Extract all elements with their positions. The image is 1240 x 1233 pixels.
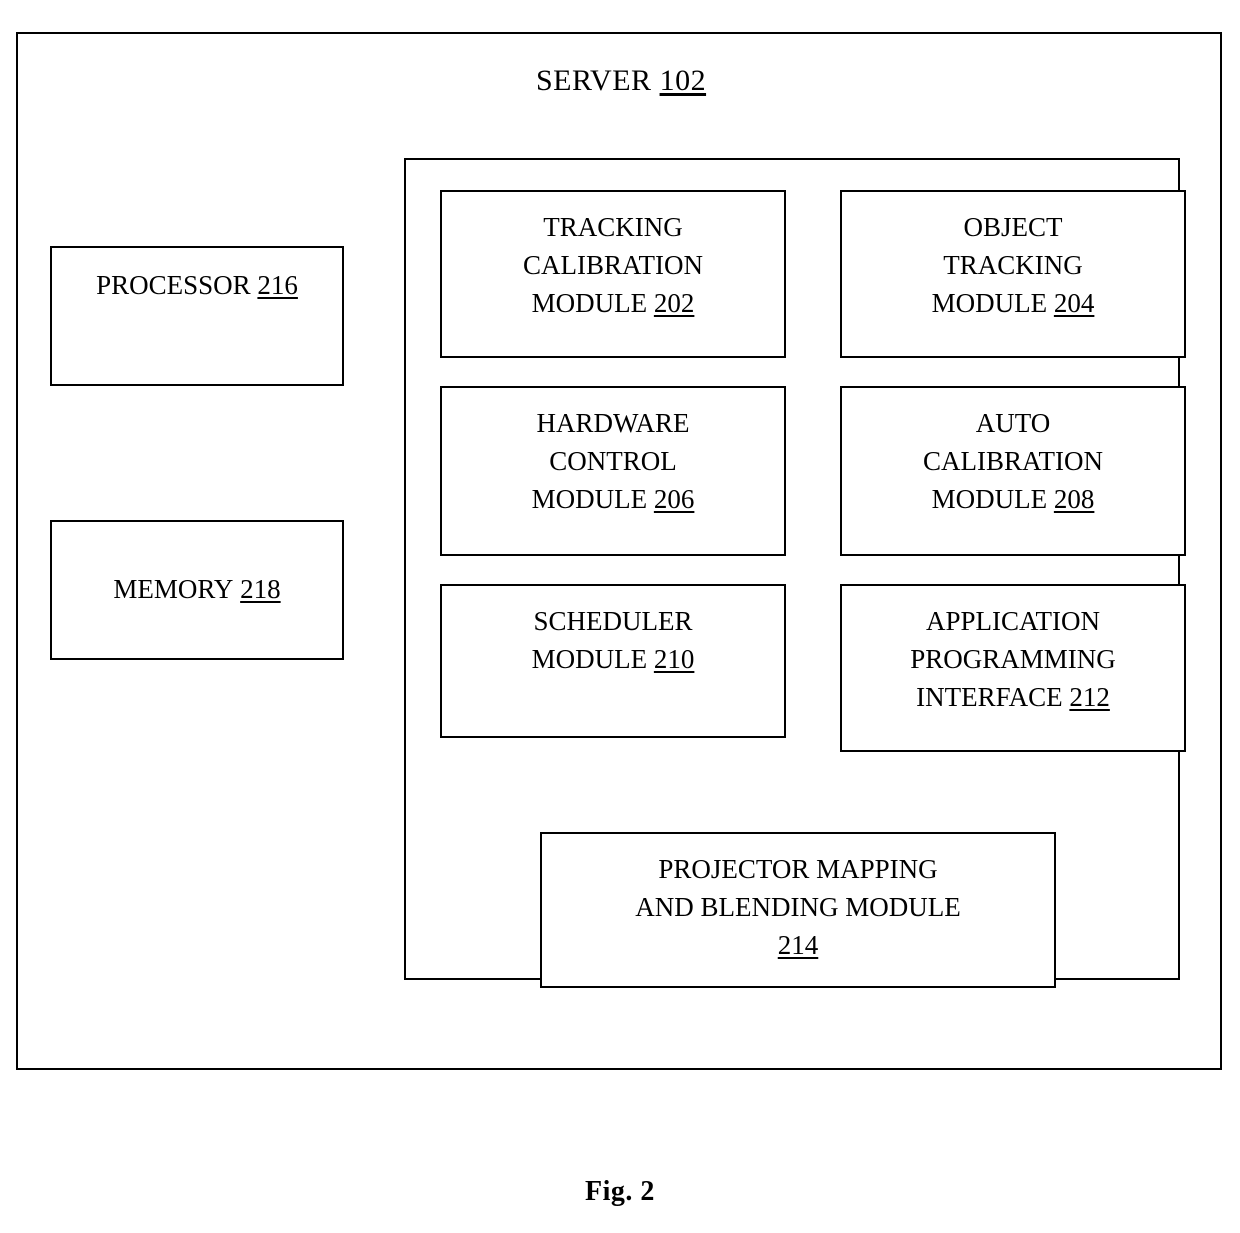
module-206-label: MODULE [531, 484, 648, 515]
module-212-line-1: APPLICATION [925, 606, 1100, 636]
object-tracking-module-box: OBJECT TRACKING MODULE 204 [840, 190, 1186, 358]
projector-mapping-blending-module-box: PROJECTOR MAPPING AND BLENDING MODULE 21… [540, 832, 1056, 988]
module-212-label: INTERFACE [916, 682, 1063, 713]
module-214-reference: 214 [777, 930, 819, 961]
processor-label: PROCESSOR [96, 270, 251, 300]
memory-line: MEMORY 218 [113, 574, 280, 604]
module-204-line-1: OBJECT [963, 212, 1063, 242]
hardware-control-module-box: HARDWARE CONTROL MODULE 206 [440, 386, 786, 556]
module-206-reference: 206 [653, 484, 695, 515]
server-title-reference: 102 [659, 64, 707, 97]
memory-box-text: MEMORY 218 [52, 570, 342, 608]
module-208-line-2: CALIBRATION [923, 446, 1103, 477]
module-210-reference: 210 [653, 644, 695, 675]
processor-reference: 216 [257, 270, 298, 300]
server-title: SERVER 102 [18, 64, 1224, 97]
module-202-line-3: MODULE 202 [448, 284, 778, 322]
module-212-line-3: INTERFACE 212 [848, 678, 1178, 716]
module-202-reference: 202 [653, 288, 695, 319]
module-208-line-3: MODULE 208 [848, 480, 1178, 518]
module-208-label: MODULE [931, 484, 1048, 515]
module-214-line-2: AND BLENDING MODULE [635, 892, 961, 923]
module-204-line-2: TRACKING [943, 250, 1083, 281]
module-208-line-1: AUTO [975, 408, 1051, 438]
server-title-label: SERVER [535, 64, 652, 97]
object-tracking-module-text: OBJECT TRACKING MODULE 204 [842, 208, 1184, 322]
scheduler-module-text: SCHEDULER MODULE 210 [442, 602, 784, 678]
module-210-line-1: SCHEDULER [533, 606, 693, 636]
modules-container-frame: TRACKING CALIBRATION MODULE 202 OBJECT T… [404, 158, 1186, 988]
module-204-reference: 204 [1053, 288, 1095, 319]
server-outer-frame: SERVER 102 PROCESSOR 216 MEMORY 218 TRAC… [16, 32, 1222, 1070]
figure-caption: Fig. 2 [585, 1176, 655, 1207]
module-202-line-2: CALIBRATION [523, 250, 703, 281]
auto-calibration-module-box: AUTO CALIBRATION MODULE 208 [840, 386, 1186, 556]
processor-box-text: PROCESSOR 216 [52, 266, 342, 304]
auto-calibration-module-text: AUTO CALIBRATION MODULE 208 [842, 404, 1184, 518]
module-202-label: MODULE [531, 288, 648, 319]
application-programming-interface-text: APPLICATION PROGRAMMING INTERFACE 212 [842, 602, 1184, 716]
module-208-reference: 208 [1053, 484, 1095, 515]
module-210-line-2: MODULE 210 [448, 640, 778, 678]
tracking-calibration-module-text: TRACKING CALIBRATION MODULE 202 [442, 208, 784, 322]
figure-page: SERVER 102 PROCESSOR 216 MEMORY 218 TRAC… [0, 0, 1240, 1233]
module-214-line-1: PROJECTOR MAPPING [658, 854, 938, 884]
module-212-line-2: PROGRAMMING [910, 644, 1116, 675]
module-202-line-1: TRACKING [543, 212, 683, 242]
processor-box: PROCESSOR 216 [50, 246, 344, 386]
memory-label: MEMORY [113, 574, 234, 604]
module-206-line-1: HARDWARE [536, 408, 690, 438]
memory-reference: 218 [240, 574, 281, 604]
application-programming-interface-box: APPLICATION PROGRAMMING INTERFACE 212 [840, 584, 1186, 752]
module-210-label: MODULE [531, 644, 648, 675]
module-212-reference: 212 [1069, 682, 1110, 713]
scheduler-module-box: SCHEDULER MODULE 210 [440, 584, 786, 738]
module-204-line-3: MODULE 204 [848, 284, 1178, 322]
module-204-label: MODULE [931, 288, 1048, 319]
module-206-line-3: MODULE 206 [448, 480, 778, 518]
hardware-control-module-text: HARDWARE CONTROL MODULE 206 [442, 404, 784, 518]
projector-mapping-blending-module-text: PROJECTOR MAPPING AND BLENDING MODULE 21… [542, 850, 1054, 964]
tracking-calibration-module-box: TRACKING CALIBRATION MODULE 202 [440, 190, 786, 358]
memory-box: MEMORY 218 [50, 520, 344, 660]
module-206-line-2: CONTROL [549, 446, 677, 477]
